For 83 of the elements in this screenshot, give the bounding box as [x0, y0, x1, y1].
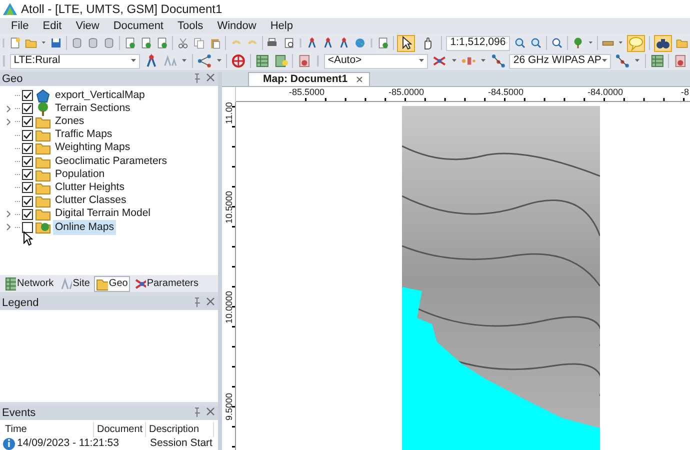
checkbox[interactable]	[22, 116, 33, 128]
tree-icon[interactable]	[572, 35, 584, 51]
document-icon[interactable]	[376, 35, 389, 51]
panel-title: Events	[2, 406, 37, 421]
checkbox[interactable]	[22, 130, 33, 141]
ruler-label: 9.5000	[224, 393, 234, 421]
checkbox[interactable]	[22, 90, 33, 102]
spreadsheet-icon[interactable]	[274, 53, 288, 69]
menu-item[interactable]: Window	[217, 18, 256, 34]
table-icon	[4, 276, 16, 292]
map-tab[interactable]: Map: Document1	[248, 72, 370, 86]
panel-tab[interactable]: Network	[2, 276, 56, 292]
tree-item[interactable]: Population	[53, 166, 107, 183]
checkbox[interactable]	[22, 208, 33, 220]
panel-title: Geo	[2, 72, 24, 87]
technology-dropdown[interactable]: LTE:Rural	[10, 54, 140, 68]
menu-item[interactable]: Edit	[42, 18, 62, 34]
polygon-icon	[35, 88, 51, 104]
tree-icon	[35, 100, 51, 117]
text-icon	[60, 276, 72, 292]
document-icon[interactable]	[156, 35, 168, 51]
tree-item[interactable]: Terrain Sections	[53, 100, 132, 117]
column-header[interactable]: Document	[94, 422, 146, 437]
table-cell: 14/09/2023 - 11:21:53	[17, 436, 119, 450]
ruler-label: -85.5000	[288, 87, 326, 97]
checkbox[interactable]	[22, 196, 33, 207]
table-cell-text: Session Start	[149, 436, 212, 450]
checkbox[interactable]	[22, 222, 33, 233]
tree-item[interactable]: Clutter Classes	[53, 193, 128, 209]
panel-tab[interactable]: Geo	[94, 276, 130, 292]
fader-icon[interactable]	[297, 53, 312, 69]
ruler-label: 10.5000	[224, 190, 234, 224]
share-icon[interactable]	[196, 53, 212, 69]
tree-item[interactable]: export_VerticalMap	[53, 88, 147, 104]
close-icon[interactable]	[356, 76, 363, 83]
document-icon[interactable]	[140, 35, 152, 51]
filter-dropdown[interactable]: <Auto>	[324, 54, 428, 68]
target-icon[interactable]	[231, 53, 246, 69]
panel-tab[interactable]: Parameters	[132, 276, 201, 292]
column-header[interactable]: Time	[2, 422, 94, 437]
checkbox[interactable]	[22, 156, 33, 168]
database-icon[interactable]	[87, 35, 100, 51]
tree-item[interactable]: Online Maps	[53, 220, 116, 236]
tree-item[interactable]: Digital Terrain Model	[53, 206, 153, 222]
ruler-label: 11.00	[224, 102, 234, 124]
menu-item[interactable]: Document	[113, 18, 164, 34]
network-nodes-icon[interactable]	[615, 53, 630, 69]
tree-item[interactable]: Clutter Heights	[53, 180, 126, 196]
ruler-label: -8	[680, 87, 690, 97]
ruler-label: -85.0000	[387, 87, 426, 97]
checkbox[interactable]	[22, 103, 33, 114]
ruler-label: 10.0000	[224, 290, 234, 324]
mouse-cursor-icon	[23, 231, 33, 246]
column-header[interactable]: Description	[146, 422, 214, 437]
spreadsheet-icon[interactable]	[650, 53, 664, 69]
fader-icon[interactable]	[673, 53, 688, 69]
checkbox[interactable]	[22, 142, 33, 154]
new-document-icon[interactable]	[9, 35, 22, 51]
tree-item[interactable]: Geoclimatic Parameters	[53, 154, 170, 170]
document-icon[interactable]	[124, 35, 136, 51]
menu-item[interactable]: Tools	[178, 18, 204, 34]
panel-tab[interactable]: Site	[58, 276, 92, 292]
ruler-label: -84.0000	[586, 87, 624, 97]
database-icon[interactable]	[103, 35, 116, 51]
spreadsheet-icon[interactable]	[254, 53, 270, 69]
menu-item[interactable]: File	[11, 18, 29, 34]
print-preview-icon[interactable]	[282, 35, 295, 51]
menu-item[interactable]: View	[76, 18, 100, 34]
checkbox[interactable]	[22, 169, 33, 180]
window-title: Atoll - [LTE, UMTS, GSM] Document1	[21, 1, 222, 18]
tree-item[interactable]: Zones	[53, 114, 86, 130]
grip-icon	[316, 53, 320, 69]
grip-icon	[2, 53, 6, 69]
database-icon[interactable]	[71, 35, 84, 51]
app-logo-icon	[3, 3, 17, 15]
menu-item[interactable]: Help	[270, 18, 293, 34]
station-template-dropdown[interactable]: 26 GHz WIPAS AP	[509, 54, 612, 68]
ruler-label: -84.5000	[486, 87, 525, 97]
network-nodes-icon[interactable]	[490, 53, 506, 69]
copy-icon[interactable]	[192, 35, 205, 51]
scale-dropdown[interactable]: 1:1,512,096	[446, 36, 510, 50]
panel-title: Legend	[2, 296, 40, 311]
checkbox[interactable]	[22, 182, 33, 194]
